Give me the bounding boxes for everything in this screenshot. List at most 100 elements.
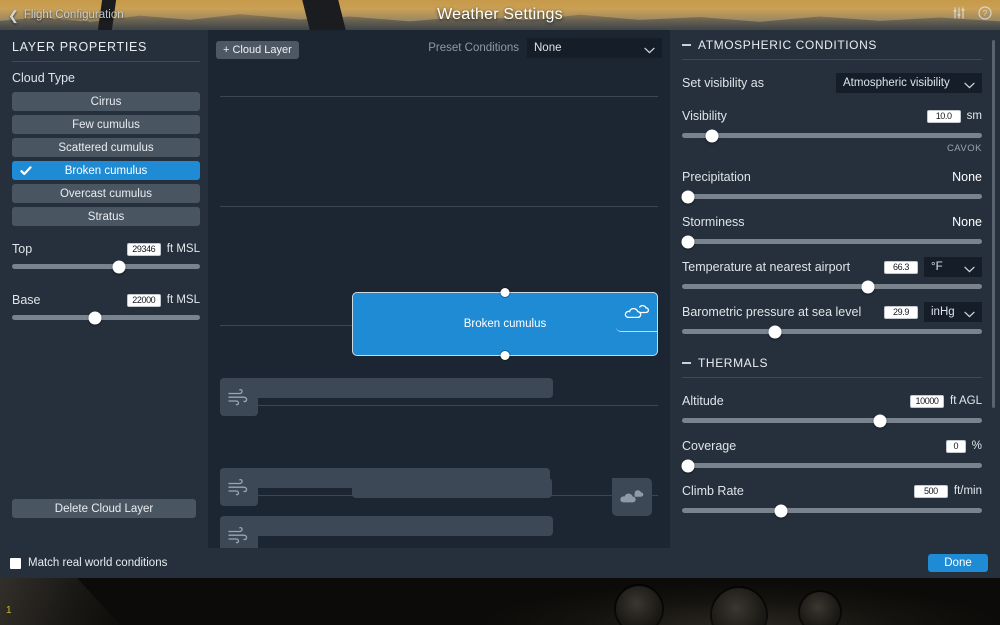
visibility-row: Visibility 10.0 sm CAVOK	[682, 106, 982, 154]
cloud-type-cirrus[interactable]: Cirrus	[12, 92, 200, 111]
thermals-coverage-slider-knob[interactable]	[682, 459, 695, 472]
precipitation-slider-knob[interactable]	[682, 190, 695, 203]
cloud-type-overcast-cumulus[interactable]: Overcast cumulus	[12, 184, 200, 203]
back-to-flight-configuration[interactable]: ❮ Flight Configuration	[8, 9, 124, 22]
top-altitude-control: Top 29346 ft MSL	[12, 240, 200, 269]
cloud-type-label: Cirrus	[91, 96, 122, 108]
thermals-coverage-input[interactable]: 0	[946, 440, 966, 453]
pressure-slider[interactable]	[682, 329, 982, 334]
top-value-input[interactable]: 29346	[127, 243, 161, 256]
back-label: Flight Configuration	[24, 9, 124, 21]
delete-cloud-layer-button[interactable]: Delete Cloud Layer	[12, 499, 196, 518]
panes: LAYER PROPERTIES Cloud Type Cirrus Few c…	[0, 30, 1000, 548]
precipitation-label: Precipitation	[682, 170, 751, 184]
chevron-down-icon	[964, 80, 975, 87]
thermals-altitude-slider-knob[interactable]	[874, 414, 887, 427]
visibility-unit: sm	[967, 110, 982, 122]
set-visibility-as-row: Set visibility as Atmospheric visibility	[682, 73, 982, 93]
help-circle-icon[interactable]: ?	[978, 6, 992, 25]
thermals-climb-rate-row: Climb Rate 500 ft/min	[682, 481, 982, 513]
temperature-slider[interactable]	[682, 284, 982, 289]
wind-icon	[227, 478, 251, 496]
sliders-icon[interactable]	[952, 6, 966, 25]
pressure-unit-select[interactable]: inHg	[924, 302, 982, 322]
checkbox-icon[interactable]	[10, 558, 21, 569]
chevron-down-icon	[644, 45, 655, 52]
cloud-layer-broken-cumulus[interactable]: Broken cumulus	[352, 292, 658, 356]
temperature-row: Temperature at nearest airport 66.3 °F	[682, 257, 982, 289]
weather-settings-screen: 1 ❮ Flight Configuration Weather Setting…	[0, 0, 1000, 625]
cloud-type-scattered-cumulus[interactable]: Scattered cumulus	[12, 138, 200, 157]
thermals-climb-rate-slider[interactable]	[682, 508, 982, 513]
layer-top-handle[interactable]	[501, 288, 510, 297]
preset-conditions-select[interactable]: None	[527, 38, 662, 58]
base-label: Base	[12, 293, 41, 307]
visibility-label: Visibility	[682, 109, 727, 123]
thermals-climb-rate-slider-knob[interactable]	[775, 504, 788, 517]
wind-layer-2[interactable]	[220, 468, 670, 508]
pressure-value-input[interactable]: 29.9	[884, 306, 918, 319]
thermals-climb-rate-label: Climb Rate	[682, 484, 744, 498]
top-slider[interactable]	[12, 264, 200, 269]
chevron-left-icon: ❮	[8, 9, 19, 22]
done-label: Done	[944, 557, 972, 569]
background-cockpit	[0, 575, 1000, 625]
check-icon	[20, 165, 32, 177]
temperature-unit-select[interactable]: °F	[924, 257, 982, 277]
storminess-value: None	[952, 215, 982, 229]
layer-properties-title: LAYER PROPERTIES	[12, 40, 200, 62]
thermals-coverage-row: Coverage 0 %	[682, 436, 982, 468]
visibility-value-input[interactable]: 10.0	[927, 110, 961, 123]
match-real-world-conditions-toggle[interactable]: Match real world conditions	[10, 557, 167, 569]
preset-conditions-group: Preset Conditions None	[428, 38, 662, 58]
page-title: Weather Settings	[0, 6, 1000, 24]
instrument-dial-3	[800, 592, 840, 625]
cloud-layer-label: Broken cumulus	[464, 318, 546, 330]
thermals-altitude-slider[interactable]	[682, 418, 982, 423]
base-slider[interactable]	[12, 315, 200, 320]
cloud-type-label: Stratus	[88, 211, 124, 223]
layer-bottom-handle[interactable]	[501, 351, 510, 360]
add-cloud-layer-button[interactable]: + Cloud Layer	[216, 41, 299, 59]
match-real-world-label: Match real world conditions	[28, 557, 167, 569]
conditions-panel: ATMOSPHERIC CONDITIONS Set visibility as…	[670, 30, 1000, 548]
visibility-slider-knob[interactable]	[706, 129, 719, 142]
thermals-altitude-unit: ft AGL	[950, 395, 982, 407]
base-value-input[interactable]: 22000	[127, 294, 161, 307]
top-slider-knob[interactable]	[113, 260, 126, 273]
cloud-type-few-cumulus[interactable]: Few cumulus	[12, 115, 200, 134]
temperature-value-input[interactable]: 66.3	[884, 261, 918, 274]
wind-layer-bar	[248, 378, 553, 398]
storminess-slider-knob[interactable]	[682, 235, 695, 248]
thermals-altitude-row: Altitude 10000 ft AGL	[682, 391, 982, 423]
pressure-slider-knob[interactable]	[769, 325, 782, 338]
wind-layer-1[interactable]	[220, 378, 670, 418]
visibility-slider[interactable]	[682, 133, 982, 138]
thermals-altitude-input[interactable]: 10000	[910, 395, 944, 408]
cloud-type-stratus[interactable]: Stratus	[12, 207, 200, 226]
base-slider-knob[interactable]	[88, 311, 101, 324]
wind-icon	[227, 526, 251, 544]
precipitation-slider[interactable]	[682, 194, 982, 199]
thermals-coverage-slider[interactable]	[682, 463, 982, 468]
weather-settings-modal: LAYER PROPERTIES Cloud Type Cirrus Few c…	[0, 30, 1000, 578]
wind-layer-bar	[248, 516, 553, 536]
temperature-slider-knob[interactable]	[862, 280, 875, 293]
cloud-type-label: Cloud Type	[12, 71, 200, 85]
thermals-coverage-unit: %	[972, 440, 982, 452]
wind-layer-cloud-tab	[612, 478, 652, 516]
conditions-scrollbar[interactable]	[992, 40, 995, 408]
layer-properties-panel: LAYER PROPERTIES Cloud Type Cirrus Few c…	[0, 30, 208, 548]
visibility-mode-select[interactable]: Atmospheric visibility	[836, 73, 982, 93]
thermals-climb-rate-input[interactable]: 500	[914, 485, 948, 498]
thermals-header[interactable]: THERMALS	[682, 356, 982, 378]
cloud-type-broken-cumulus[interactable]: Broken cumulus	[12, 161, 200, 180]
atmospheric-conditions-header[interactable]: ATMOSPHERIC CONDITIONS	[682, 38, 982, 60]
cloud-layers-header: + Cloud Layer Preset Conditions None	[216, 38, 662, 62]
preset-conditions-label: Preset Conditions	[428, 42, 519, 54]
preset-conditions-value: None	[534, 42, 562, 54]
pressure-label: Barometric pressure at sea level	[682, 305, 861, 319]
done-button[interactable]: Done	[928, 554, 988, 572]
storminess-slider[interactable]	[682, 239, 982, 244]
modal-footer: Match real world conditions Done	[0, 548, 1000, 578]
